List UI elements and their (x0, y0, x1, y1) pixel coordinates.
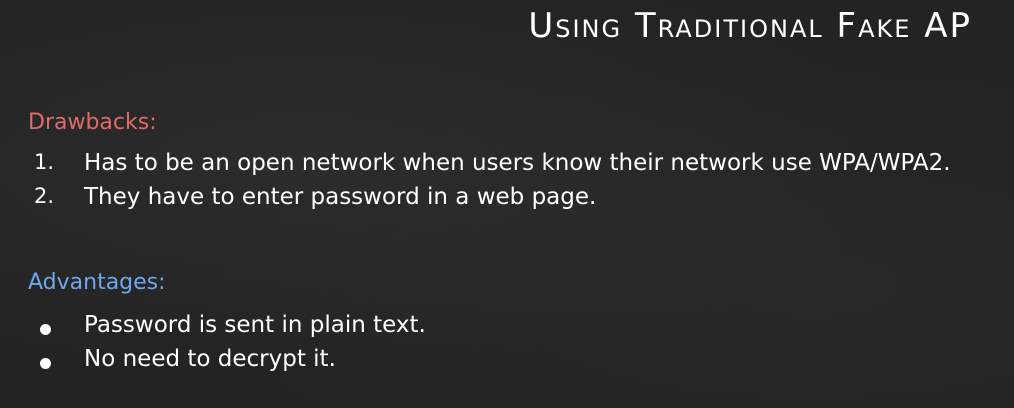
list-number: 2. (34, 184, 55, 208)
bullet-dot-icon (40, 358, 51, 369)
bullet-dot-icon (40, 324, 51, 335)
list-number: 1. (34, 150, 55, 174)
advantage-text: Password is sent in plain text. (84, 312, 426, 338)
advantage-text: No need to decrypt it. (84, 346, 336, 372)
drawback-text: Has to be an open network when users kno… (84, 150, 951, 176)
advantages-heading: Advantages: (28, 270, 166, 295)
slide-title: Using Traditional Fake AP (528, 6, 972, 46)
drawback-text: They have to enter password in a web pag… (84, 184, 597, 210)
slide: Using Traditional Fake AP Drawbacks: 1. … (0, 0, 1014, 408)
drawbacks-heading: Drawbacks: (28, 110, 157, 135)
